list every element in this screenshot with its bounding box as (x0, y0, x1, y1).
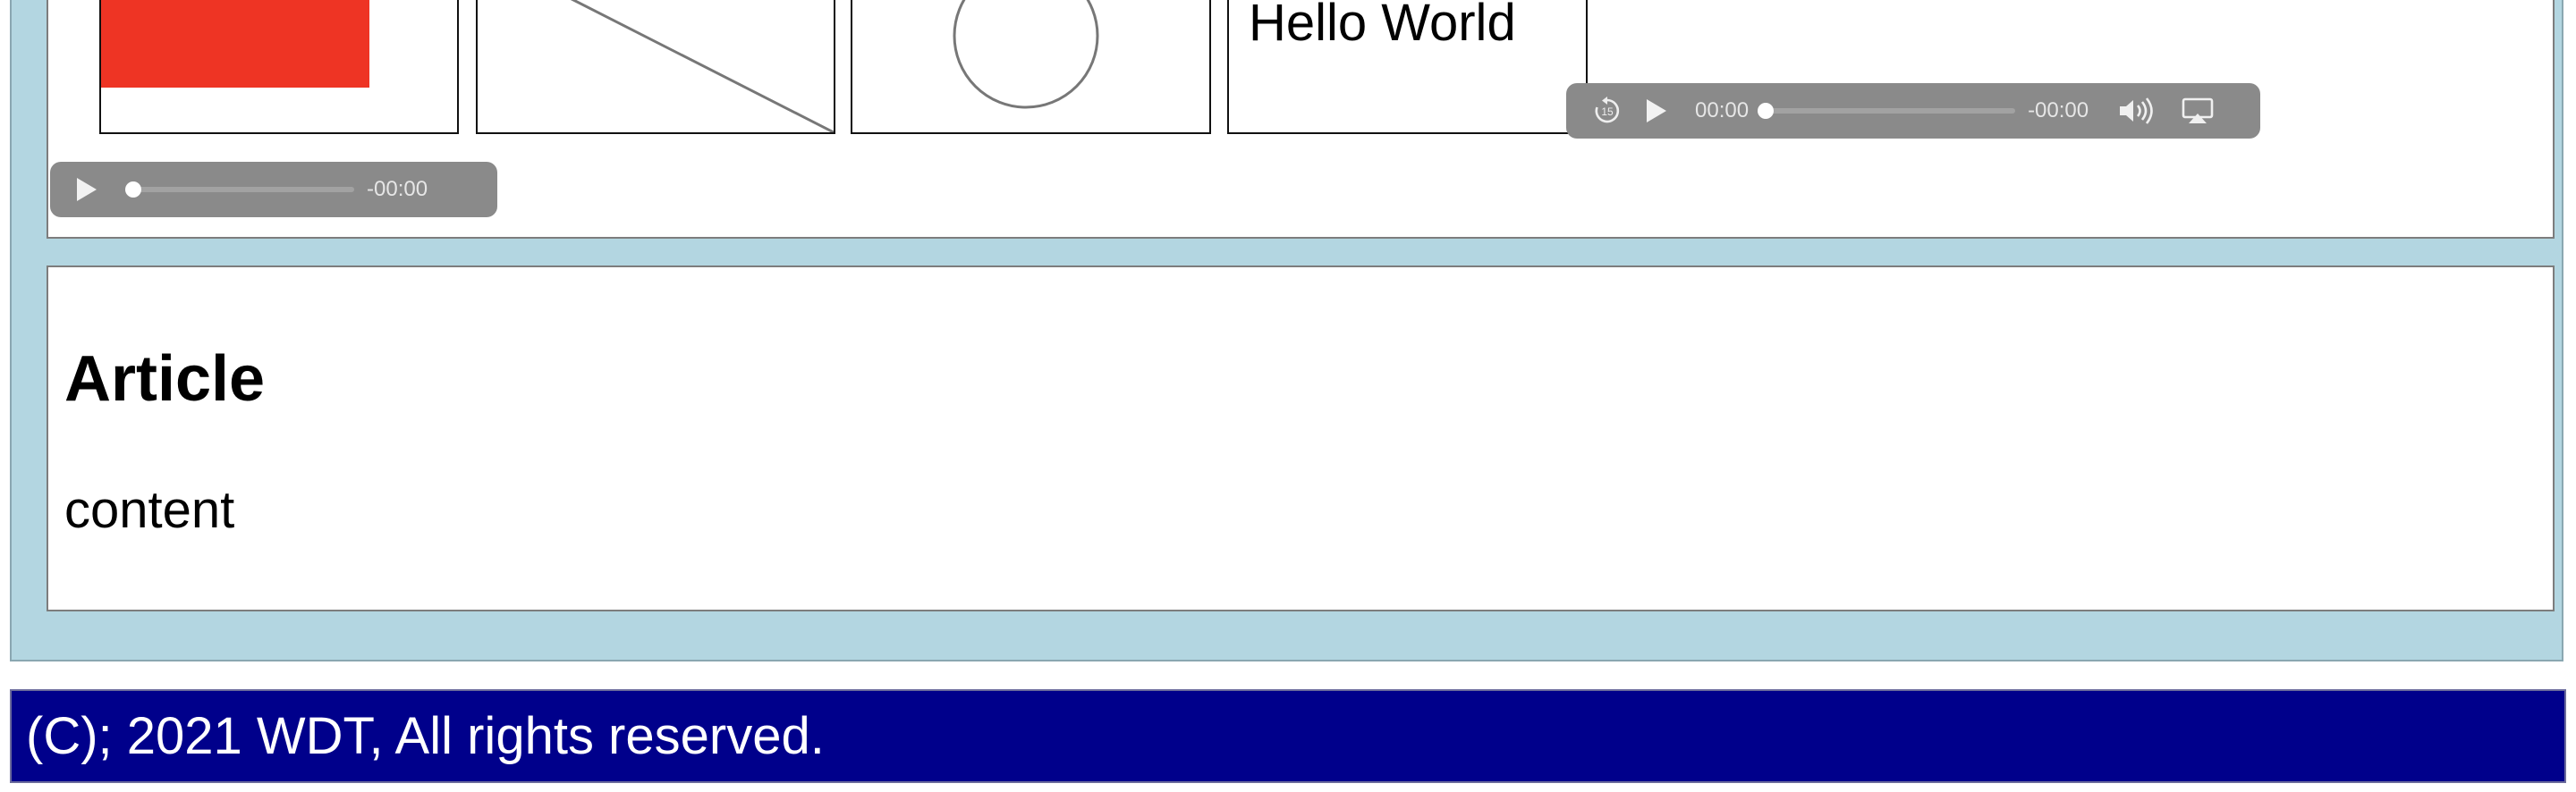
play-icon (77, 178, 97, 201)
video-progress-knob[interactable] (1758, 103, 1775, 119)
audio-remaining-time: -00:00 (367, 177, 428, 201)
video-player: 15 00:00 -00:00 (1566, 83, 2260, 139)
audio-progress-slider[interactable] (125, 181, 354, 198)
play-icon (1647, 99, 1666, 122)
audio-progress-knob[interactable] (125, 181, 141, 198)
article-section: Article content (47, 265, 2555, 611)
article-title: Article (64, 343, 266, 415)
article-content: content (64, 481, 235, 539)
video-current-time: 00:00 (1695, 98, 1750, 122)
video-play-button[interactable] (1643, 97, 1670, 124)
audio-play-button[interactable] (73, 176, 100, 203)
canvas-frame: Hello World (1227, 0, 1588, 134)
diagonal-line-graphic (570, 0, 834, 132)
skip-back-icon: 15 (1595, 97, 1620, 123)
canvas-hello-text: Hello World (1249, 0, 1516, 52)
airplay-button[interactable] (2180, 95, 2216, 127)
video-progress-slider[interactable] (1758, 103, 2016, 119)
audio-player: -00:00 (50, 162, 497, 217)
page-footer: (C); 2021 WDT, All rights reserved. (10, 689, 2566, 783)
image-frame (99, 0, 459, 134)
svg-line-frame (476, 0, 835, 134)
copyright-text: (C); 2021 WDT, All rights reserved. (26, 707, 825, 765)
red-image (101, 0, 369, 88)
video-remaining-time: -00:00 (2028, 98, 2089, 122)
volume-button[interactable] (2117, 95, 2157, 127)
speaker-icon (2120, 97, 2153, 124)
circle-graphic (953, 0, 1099, 109)
skip-back-15-button[interactable]: 15 (1591, 95, 1623, 127)
skip-back-label: 15 (1601, 105, 1614, 118)
airplay-icon (2182, 97, 2214, 123)
svg-circle-frame (851, 0, 1211, 134)
